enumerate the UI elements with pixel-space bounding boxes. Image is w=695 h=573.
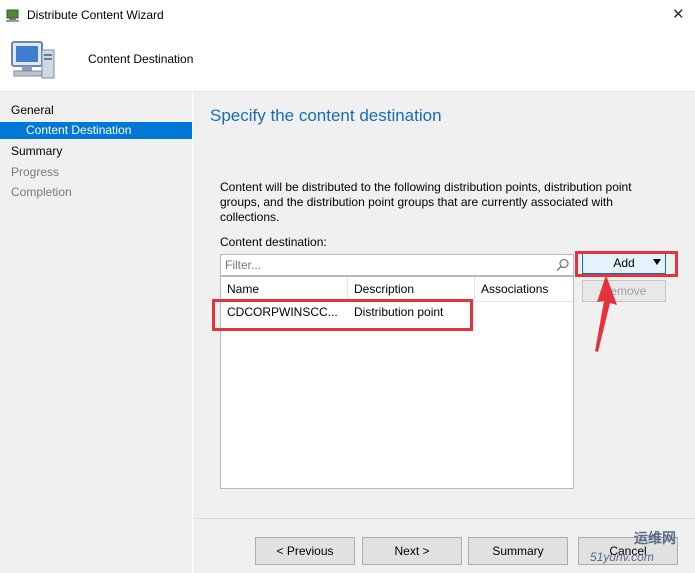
watermark-url: 51yunv.com <box>590 550 654 564</box>
annotation-row-highlight <box>212 299 473 331</box>
title-bar: Distribute Content Wizard ✕ <box>0 0 695 30</box>
computer-icon <box>11 41 55 79</box>
window-title: Distribute Content Wizard <box>27 8 164 22</box>
page-description: Content will be distributed to the follo… <box>220 180 632 224</box>
annotation-add-highlight <box>575 251 678 277</box>
annotation-arrow-icon <box>595 275 617 352</box>
step-progress: Progress <box>11 165 60 179</box>
content-destination-label: Content destination: <box>220 235 327 249</box>
step-general[interactable]: General <box>0 102 192 119</box>
column-header-name[interactable]: Name <box>221 277 348 301</box>
wizard-steps-sidebar: General Content Destination Summary Prog… <box>0 92 192 573</box>
step-summary[interactable]: Summary <box>0 143 192 160</box>
search-icon[interactable] <box>556 258 570 272</box>
summary-button[interactable]: Summary <box>468 537 568 565</box>
step-completion: Completion <box>11 185 72 199</box>
close-icon[interactable]: ✕ <box>672 5 685 23</box>
row-0-associations[interactable] <box>475 303 573 321</box>
step-content-destination[interactable]: Content Destination <box>0 122 192 139</box>
column-header-associations[interactable]: Associations <box>475 277 573 301</box>
step-title: Content Destination <box>88 52 194 66</box>
previous-button[interactable]: < Previous <box>255 537 355 565</box>
filter-input[interactable] <box>221 255 541 275</box>
page-heading: Specify the content destination <box>210 106 442 125</box>
wizard-app-icon <box>6 9 19 22</box>
watermark-text: 运维网 <box>634 530 676 546</box>
wizard-header: Content Destination <box>0 30 695 92</box>
next-button[interactable]: Next > <box>362 537 462 565</box>
column-header-description[interactable]: Description <box>348 277 475 301</box>
filter-box[interactable] <box>220 254 574 276</box>
footer-divider <box>193 518 695 519</box>
watermark: 运维网 51yunv.com <box>580 528 695 573</box>
